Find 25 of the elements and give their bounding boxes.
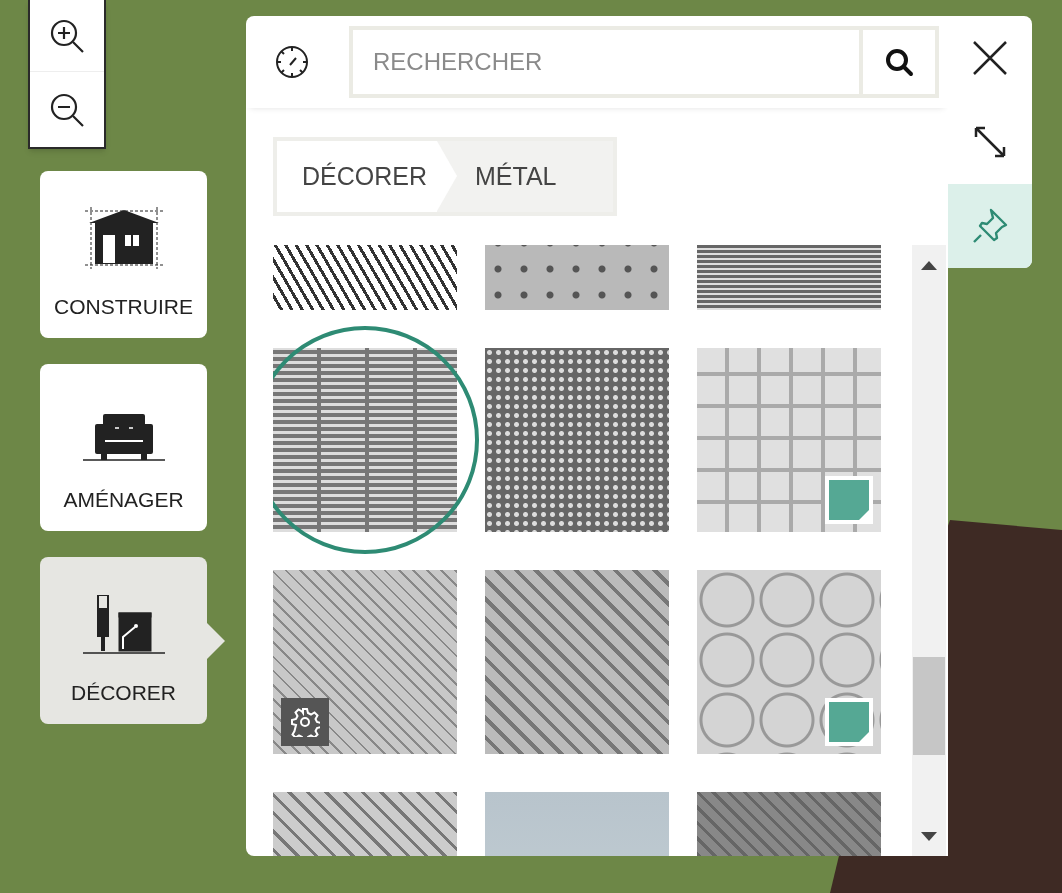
mode-tab[interactable]: CONSTRUIRE <box>40 171 207 338</box>
mode-tab[interactable]: AMÉNAGER <box>40 364 207 531</box>
breadcrumb-link[interactable]: DÉCORER <box>277 141 437 212</box>
pushpin-icon <box>971 207 1009 245</box>
metal-texture-swatch[interactable] <box>697 348 881 532</box>
armchair-icon <box>82 411 165 462</box>
scrollbar[interactable] <box>912 245 946 856</box>
house-icon <box>82 206 165 269</box>
metal-texture-swatch[interactable] <box>485 348 669 532</box>
pointer-arrow-icon <box>207 623 225 659</box>
paint-brush-and-can-icon <box>82 594 165 655</box>
search-button[interactable] <box>863 30 935 95</box>
metal-texture-swatch[interactable] <box>697 570 881 754</box>
scroll-up-arrow-icon[interactable] <box>921 261 937 270</box>
metal-texture-swatch[interactable] <box>485 570 669 754</box>
expand-icon <box>972 124 1008 160</box>
scrollbar-thumb[interactable] <box>913 657 945 755</box>
metal-texture-swatch[interactable] <box>273 570 457 754</box>
scroll-down-arrow-icon[interactable] <box>921 832 937 841</box>
search-icon <box>883 46 915 79</box>
close-icon <box>972 40 1008 76</box>
gauge-icon[interactable] <box>274 44 310 81</box>
mode-tab[interactable]: DÉCORER <box>40 557 207 724</box>
metal-texture-swatch[interactable] <box>273 348 457 532</box>
search-field[interactable]: RECHERCHER <box>353 30 859 95</box>
